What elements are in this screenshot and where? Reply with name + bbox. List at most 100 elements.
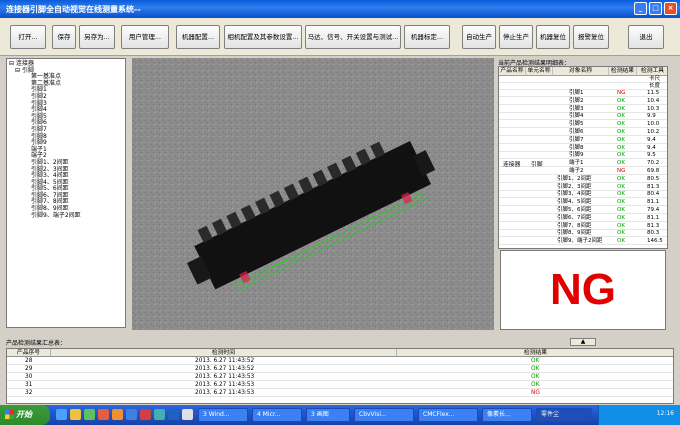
scroll-up-button[interactable]: ▲	[570, 338, 596, 346]
result-row[interactable]: 引脚2、3间距 OK 81.3	[499, 183, 667, 191]
close-button[interactable]: ×	[664, 2, 677, 15]
result-row[interactable]: 引脚3、4间距 OK 80.4	[499, 191, 667, 199]
app-icon[interactable]	[140, 409, 151, 420]
time-cell: 2013. 6.27 11:43:53	[195, 382, 255, 388]
folder-icon[interactable]	[70, 409, 81, 420]
col-serial: 产品序号	[7, 349, 51, 357]
result-status: OK	[617, 97, 625, 104]
tool-value: 9.4	[647, 144, 656, 151]
summary-row[interactable]: 29 2013. 6.27 11:43:52 OK	[7, 365, 673, 373]
tool-value: 81.3	[647, 222, 660, 229]
tree-item[interactable]: 引脚9、端子2间距	[31, 212, 125, 220]
result-row[interactable]: 引脚8 OK 9.4	[499, 144, 667, 152]
title-bar: 连接器引脚全自动视觉在线测量系统-- _ □ ×	[0, 0, 680, 18]
result-row[interactable]: 引脚4、5间距 OK 81.1	[499, 199, 667, 207]
task-cmcflex[interactable]: CMCFlex...	[418, 408, 478, 422]
summary-result-cell: OK	[531, 382, 540, 388]
open-button[interactable]: 打开...	[10, 25, 46, 49]
summary-row[interactable]: 30 2013. 6.27 11:43:53 OK	[7, 373, 673, 381]
machine-config-button[interactable]: 机器配置...	[176, 25, 220, 49]
tool-value: 80.3	[647, 230, 660, 237]
result-row[interactable]: 引脚9 OK 9.5	[499, 152, 667, 160]
desktop-icon[interactable]	[56, 409, 67, 420]
result-row[interactable]: 引脚5 OK 10.0	[499, 121, 667, 129]
result-row[interactable]: 端子2 NG 69.8	[499, 168, 667, 175]
tool-value: 81.1	[647, 214, 660, 221]
summary-result-cell: NG	[531, 390, 540, 396]
tree-node-pins[interactable]: ⊟ 引脚	[7, 67, 125, 75]
col-time: 检测时间	[51, 349, 397, 357]
task-part[interactable]: 零件尘	[536, 408, 592, 422]
result-row[interactable]: 引脚2 OK 10.4	[499, 97, 667, 105]
result-status: OK	[617, 136, 625, 143]
result-row[interactable]: 引脚6、7间距 OK 81.1	[499, 214, 667, 222]
object-name: 引脚9、端子2间距	[557, 238, 603, 245]
task-cbvvision[interactable]: CbvVisi...	[354, 408, 414, 422]
exit-button[interactable]: 退出	[628, 25, 664, 49]
object-name: 引脚4、5间距	[557, 199, 592, 206]
app-icon[interactable]	[168, 409, 179, 420]
summary-row[interactable]: 28 2013. 6.27 11:43:52 OK	[7, 357, 673, 365]
minimize-button[interactable]: _	[634, 2, 647, 15]
result-status: OK	[617, 129, 625, 135]
tool-value: 11.5	[647, 90, 660, 96]
col-result: 检测结果	[609, 67, 637, 76]
summary-table[interactable]: 产品序号 检测时间 检测结果 28 2013. 6.27 11:43:52 OK 29…	[6, 348, 674, 404]
result-row[interactable]: 引脚3 OK 10.3	[499, 105, 667, 113]
result-status: NG	[617, 90, 626, 96]
taskbar: 开始 3 Wind... 4 Micr... 3 画图 CbvVisi... C…	[0, 405, 680, 425]
serial-cell: 32	[25, 390, 33, 396]
unit-cell: 引脚	[531, 162, 543, 168]
result-row[interactable]: 引脚1、2间距 OK 80.5	[499, 175, 667, 183]
stop-production-button[interactable]: 停止生产	[499, 25, 533, 49]
result-row[interactable]: 引脚8、9间距 OK 80.3	[499, 230, 667, 238]
result-status: OK	[617, 183, 625, 190]
result-row[interactable]: 引脚1 NG 11.5	[499, 90, 667, 97]
object-name: 端子1	[569, 160, 584, 167]
time-cell: 2013. 6.27 11:43:53	[195, 374, 255, 380]
serial-cell: 31	[25, 382, 33, 388]
object-name: 引脚1、2间距	[557, 175, 592, 182]
task-paint[interactable]: 3 画图	[306, 408, 350, 422]
task-windows[interactable]: 3 Wind...	[198, 408, 248, 422]
camera-config-button[interactable]: 相机配置及其参数设置...	[224, 25, 302, 49]
object-name: 引脚3	[569, 105, 584, 112]
alarm-reset-button[interactable]: 报警复位	[573, 25, 609, 49]
machine-calibration-button[interactable]: 机器标定...	[404, 25, 450, 49]
summary-row[interactable]: 31 2013. 6.27 11:43:53 OK	[7, 381, 673, 389]
object-name: 引脚3、4间距	[557, 191, 592, 198]
auto-production-button[interactable]: 自动生产	[462, 25, 496, 49]
object-tree[interactable]: ⊟ 连接器 ⊟ 引脚 第一基准点 第二基准点 引脚1 引脚2 引脚3 引脚4 引脚5 引脚6 引…	[6, 58, 126, 328]
result-detail-table[interactable]: 产品名称 单元名称 对象名称 检测结果 检测工具 卡尺 长度 引脚1 NG 11.5…	[498, 66, 668, 249]
windows-logo-icon	[5, 410, 14, 419]
tool-value: 9.5	[647, 152, 656, 159]
object-name: 引脚5	[569, 121, 584, 128]
result-row[interactable]: 端子1 OK 70.2	[499, 160, 667, 168]
result-row[interactable]: 引脚4 OK 9.9	[499, 113, 667, 121]
save-as-button[interactable]: 另存为...	[79, 25, 115, 49]
maximize-button[interactable]: □	[649, 2, 662, 15]
start-button[interactable]: 开始	[0, 405, 50, 425]
result-status: OK	[617, 214, 625, 221]
motor-signal-test-button[interactable]: 马达、信号、开关设置与测试...	[305, 25, 401, 49]
app-icon[interactable]	[112, 409, 123, 420]
serial-cell: 28	[25, 358, 33, 364]
result-status: OK	[617, 105, 625, 112]
task-microsoft[interactable]: 4 Micr...	[252, 408, 302, 422]
user-management-button[interactable]: 用户管理...	[121, 25, 169, 49]
app-icon[interactable]	[182, 409, 193, 420]
machine-reset-button[interactable]: 机器复位	[536, 25, 570, 49]
app-icon[interactable]	[126, 409, 137, 420]
app-icon[interactable]	[98, 409, 109, 420]
app-icon[interactable]	[84, 409, 95, 420]
result-row[interactable]: 引脚5、6间距 OK 79.4	[499, 207, 667, 214]
summary-row[interactable]: 32 2013. 6.27 11:43:53 NG	[7, 389, 673, 397]
save-button[interactable]: 保存	[52, 25, 76, 49]
task-pixel-length[interactable]: 像素长...	[482, 408, 532, 422]
app-icon[interactable]	[154, 409, 165, 420]
object-name: 引脚7、8间距	[557, 222, 592, 229]
result-row[interactable]: 引脚6 OK 10.2	[499, 129, 667, 136]
result-row[interactable]: 引脚7、8间距 OK 81.3	[499, 222, 667, 230]
result-row[interactable]: 引脚7 OK 9.4	[499, 136, 667, 144]
result-row[interactable]: 引脚9、端子2间距 OK 146.5	[499, 238, 667, 246]
